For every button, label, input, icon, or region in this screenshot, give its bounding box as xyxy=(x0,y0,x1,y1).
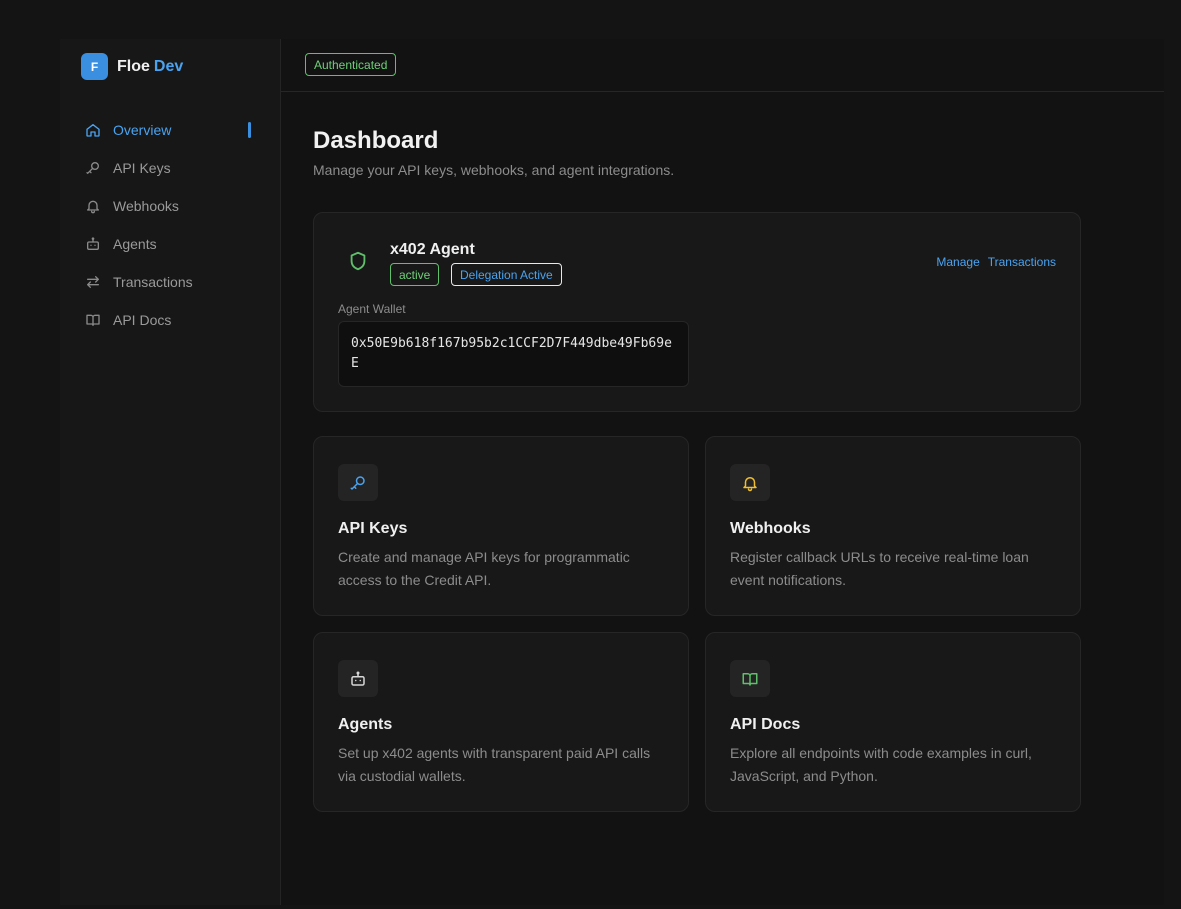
brand-logo: F xyxy=(81,53,108,80)
wallet-address[interactable]: 0x50E9b618f167b95b2c1CCF2D7F449dbe49Fb69… xyxy=(338,321,689,387)
book-icon xyxy=(730,660,770,697)
active-indicator xyxy=(248,122,251,138)
brand[interactable]: F Floe Dev xyxy=(81,53,183,80)
agent-card: x402 Agent active Delegation Active Mana… xyxy=(313,212,1081,412)
key-icon xyxy=(85,160,101,176)
arrows-swap-icon xyxy=(85,274,101,290)
key-icon xyxy=(338,464,378,501)
page-subtitle: Manage your API keys, webhooks, and agen… xyxy=(313,162,675,178)
sidebar-item-label: API Docs xyxy=(113,312,172,328)
sidebar-item-api-docs[interactable]: API Docs xyxy=(60,301,281,339)
sidebar-item-agents[interactable]: Agents xyxy=(60,225,281,263)
feature-card-api-keys[interactable]: API Keys Create and manage API keys for … xyxy=(313,436,689,616)
sidebar-item-label: Transactions xyxy=(113,274,193,290)
feature-title: Agents xyxy=(338,716,393,733)
feature-description: Explore all endpoints with code examples… xyxy=(730,745,1032,784)
sidebar-item-api-keys[interactable]: API Keys xyxy=(60,149,281,187)
feature-description: Set up x402 agents with transparent paid… xyxy=(338,745,651,784)
topbar: Authenticated xyxy=(281,39,1164,92)
brand-accent: Dev xyxy=(153,57,184,75)
sidebar-item-label: Overview xyxy=(113,122,172,138)
bell-icon xyxy=(85,198,101,214)
feature-description: Register callback URLs to receive real-t… xyxy=(730,549,1029,588)
robot-icon xyxy=(338,660,378,697)
wallet-label: Agent Wallet xyxy=(338,302,406,316)
app-frame: F Floe Dev Overview API Keys Webhooks Ag… xyxy=(60,39,1164,905)
brand-name: Floe xyxy=(117,57,150,75)
feature-title: API Docs xyxy=(730,716,801,733)
manage-link[interactable]: Manage xyxy=(936,255,979,269)
transactions-link[interactable]: Transactions xyxy=(988,255,1056,269)
auth-status-badge: Authenticated xyxy=(305,53,397,76)
sidebar: F Floe Dev Overview API Keys Webhooks Ag… xyxy=(60,39,281,905)
sidebar-item-label: API Keys xyxy=(113,160,171,176)
sidebar-item-transactions[interactable]: Transactions xyxy=(60,263,281,301)
feature-title: Webhooks xyxy=(730,520,811,537)
home-icon xyxy=(85,122,101,138)
feature-card-webhooks[interactable]: Webhooks Register callback URLs to recei… xyxy=(705,436,1081,616)
sidebar-item-overview[interactable]: Overview xyxy=(60,111,281,149)
page-title: Dashboard xyxy=(313,127,439,154)
sidebar-nav: Overview API Keys Webhooks Agents Transa… xyxy=(60,111,281,339)
feature-title: API Keys xyxy=(338,520,408,537)
feature-card-api-docs[interactable]: API Docs Explore all endpoints with code… xyxy=(705,632,1081,812)
sidebar-item-label: Agents xyxy=(113,236,157,252)
sidebar-item-webhooks[interactable]: Webhooks xyxy=(60,187,281,225)
delegation-badge: Delegation Active xyxy=(451,263,562,286)
agent-status-badge: active xyxy=(390,263,440,286)
book-icon xyxy=(85,312,101,328)
agent-links: Manage Transactions xyxy=(936,255,1056,269)
feature-card-agents[interactable]: Agents Set up x402 agents with transpare… xyxy=(313,632,689,812)
agent-title: x402 Agent xyxy=(390,241,475,258)
feature-description: Create and manage API keys for programma… xyxy=(338,549,630,588)
bell-icon xyxy=(730,464,770,501)
shield-icon xyxy=(347,250,369,272)
sidebar-item-label: Webhooks xyxy=(113,198,179,214)
robot-icon xyxy=(85,236,101,252)
